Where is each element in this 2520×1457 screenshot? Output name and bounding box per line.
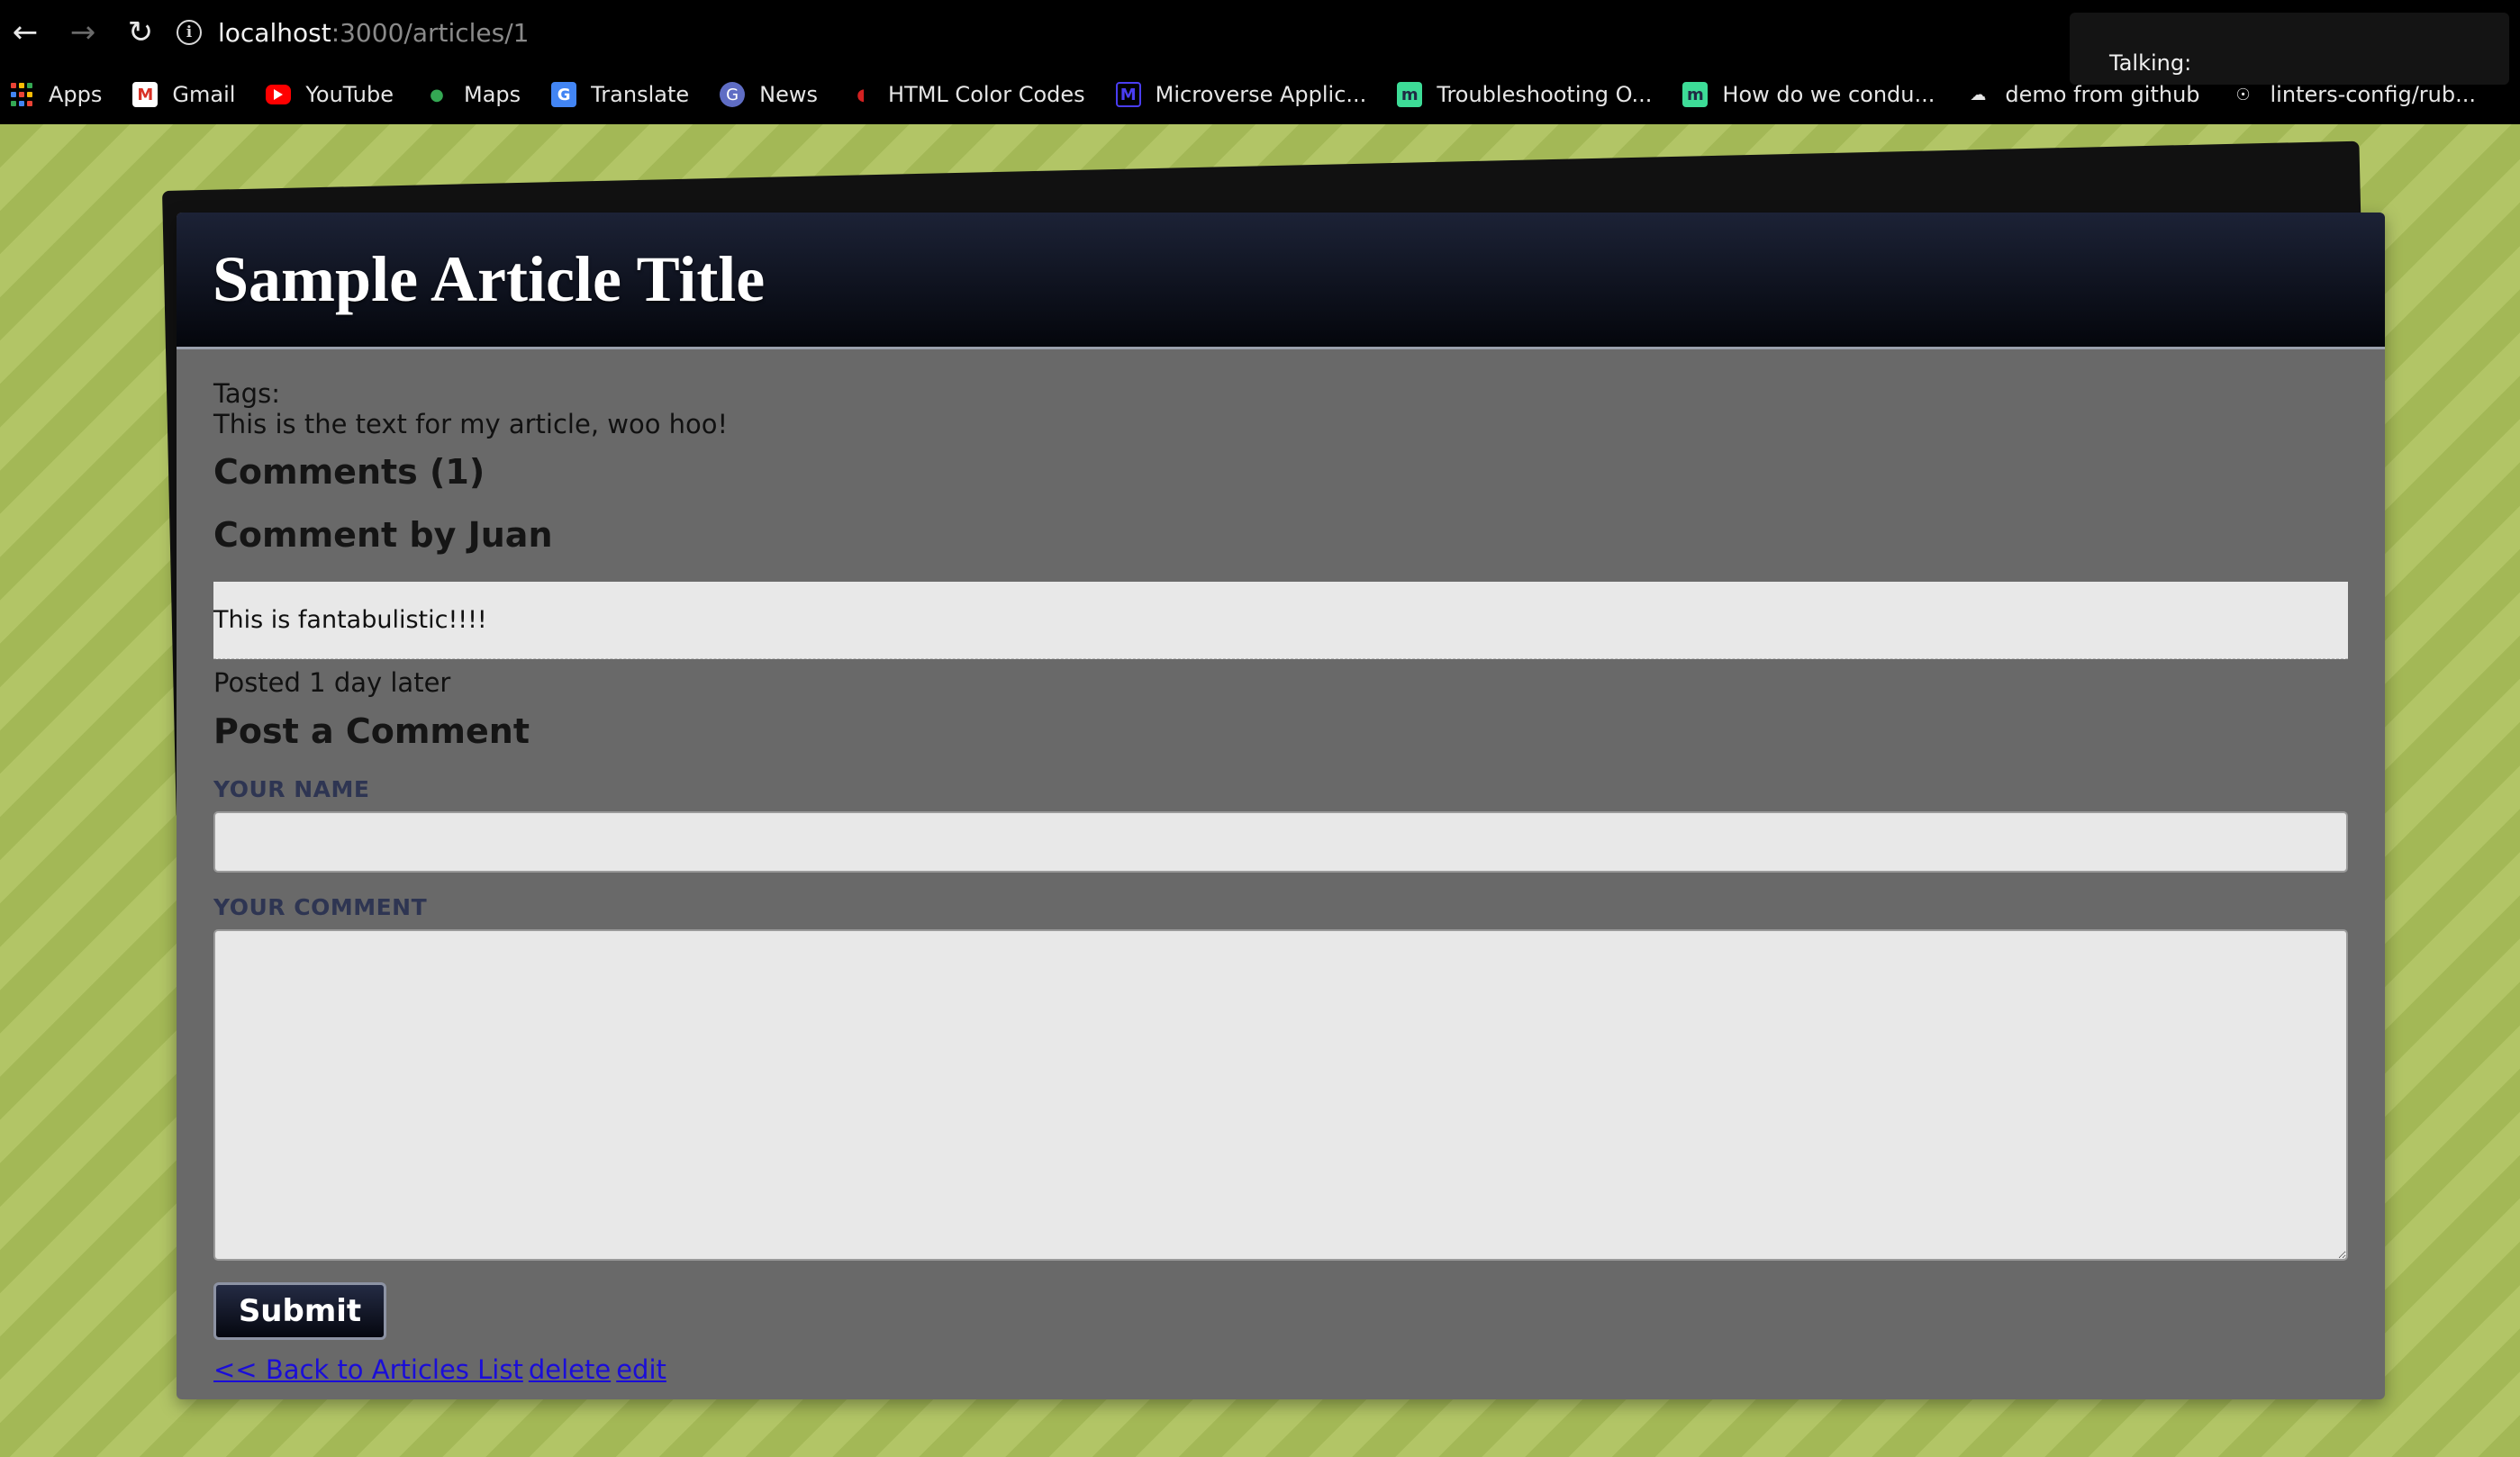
bookmark-label: News [759,82,819,107]
bookmark-how-do-we-conduct[interactable]: m How do we condu... [1682,82,1935,107]
back-to-articles-link[interactable]: << Back to Articles List [213,1354,523,1385]
apps-grid-icon [9,82,34,107]
bookmark-label: Maps [464,82,521,107]
bookmark-label: Gmail [172,82,236,107]
site-info-icon[interactable]: i [177,20,202,45]
bookmark-label: Troubleshooting O... [1437,82,1653,107]
translate-icon: G [551,82,577,107]
comment-heading: Comment by Juan [213,515,553,555]
bookmark-translate[interactable]: G Translate [551,82,689,107]
bookmark-label: Translate [591,82,690,107]
submit-button[interactable]: Submit [213,1282,386,1340]
bookmark-linters-config[interactable]: ☉ linters-config/rub... [2231,82,2476,107]
comments-heading: Comments (1) [213,452,485,492]
bookmark-maps[interactable]: ● Maps [424,82,521,107]
microverse-icon: M [1115,82,1141,107]
reload-icon[interactable]: ↻ [112,0,169,65]
back-arrow-icon[interactable]: ← [0,0,54,65]
bookmark-microverse[interactable]: M Microverse Applic... [1115,82,1367,107]
delete-link[interactable]: delete [529,1354,611,1385]
article-header: Sample Article Title [177,213,2385,349]
github-icon: ☉ [2235,85,2251,104]
url-path: :3000/articles/1 [331,17,530,48]
forward-arrow-icon[interactable]: → [54,0,112,65]
article-body: This is the text for my article, woo hoo… [213,409,729,439]
bookmark-gmail[interactable]: M Gmail [132,82,235,107]
bookmark-label: demo from github [2005,82,2200,107]
talking-label: Talking: [2109,50,2192,76]
article-title: Sample Article Title [213,243,766,315]
article-card: Sample Article Title Tags: This is the t… [177,213,2385,1399]
edit-link[interactable]: edit [616,1354,666,1385]
comment-posted-time: Posted 1 day later [213,667,451,698]
cloud-icon: ☁ [1970,85,1987,104]
bookmark-label: HTML Color Codes [888,82,1085,107]
m-icon: m [1682,82,1709,107]
bookmark-demo-from-github[interactable]: ☁ demo from github [1965,82,2199,107]
address-bar[interactable]: i localhost:3000/articles/1 [177,7,529,58]
gmail-icon: M [132,82,159,107]
bookmark-label: How do we condu... [1722,82,1935,107]
bookmark-label: Apps [49,82,103,107]
bookmark-html-color-codes[interactable]: ◖ HTML Color Codes [848,82,1085,107]
comment-label: YOUR COMMENT [213,894,428,920]
bookmark-label: linters-config/rub... [2270,82,2476,107]
m-icon: m [1397,82,1423,107]
article-content: Tags: This is the text for my article, w… [177,349,2385,1385]
bookmark-label: YouTube [305,82,394,107]
bookmark-label: Microverse Applic... [1155,82,1367,107]
bookmark-troubleshooting[interactable]: m Troubleshooting O... [1397,82,1652,107]
tags-label: Tags: [213,378,280,409]
maps-pin-icon: ● [430,85,444,104]
name-input[interactable] [213,811,2348,873]
article-links: << Back to Articles List delete edit [213,1354,2349,1385]
youtube-icon [266,85,292,104]
news-icon: G [720,82,746,107]
bookmark-news[interactable]: G News [720,82,818,107]
comment-textarea[interactable] [213,929,2348,1261]
name-label: YOUR NAME [213,776,370,802]
post-comment-heading: Post a Comment [213,711,530,751]
talking-panel: Talking: [2070,13,2509,85]
bookmark-apps[interactable]: Apps [9,82,102,107]
url-host: localhost [218,17,331,48]
color-codes-icon: ◖ [857,85,866,104]
bookmark-youtube[interactable]: YouTube [266,82,394,107]
comment-body: This is fantabulistic!!!! [213,582,2348,659]
